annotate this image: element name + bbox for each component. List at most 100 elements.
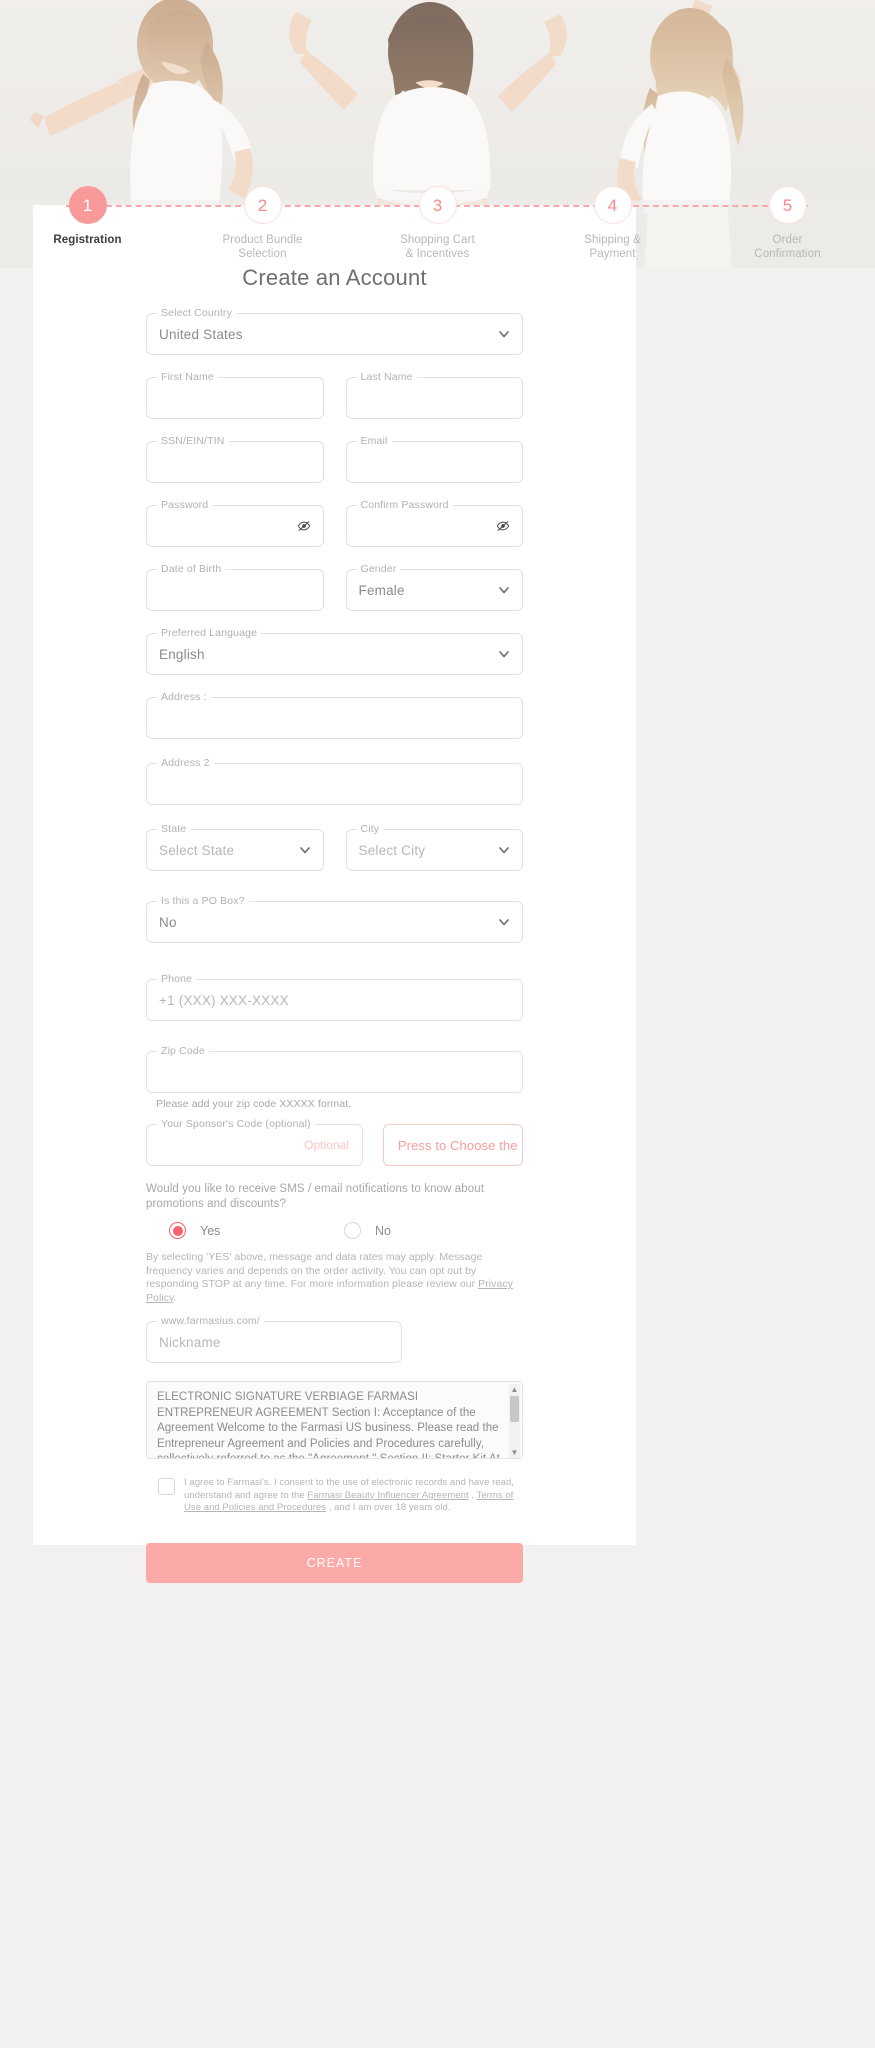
country-field[interactable]: Select Country United States bbox=[146, 307, 523, 355]
email-field[interactable]: Email bbox=[345, 435, 523, 483]
sms-radio-group: Yes No bbox=[146, 1222, 523, 1239]
gender-legend: Gender bbox=[356, 563, 401, 575]
ssn-legend: SSN/EIN/TIN bbox=[157, 435, 229, 447]
radio-yes-label: Yes bbox=[200, 1223, 221, 1238]
preferred-language-field[interactable]: Preferred Language English bbox=[146, 627, 523, 675]
city-legend: City bbox=[356, 823, 384, 835]
sms-legal-text: By selecting 'YES' above, message and da… bbox=[146, 1251, 523, 1305]
stepper-step-5[interactable]: 5 Order Confirmation bbox=[700, 186, 875, 276]
ssn-field[interactable]: SSN/EIN/TIN bbox=[146, 435, 324, 483]
sms-legal-part2: . bbox=[173, 1291, 177, 1304]
stepper-step-2[interactable]: 2 Product Bundle Selection bbox=[175, 186, 350, 276]
zip-code-field[interactable]: Zip Code Please add your zip code XXXXX … bbox=[146, 1045, 523, 1110]
phone-legend: Phone bbox=[157, 973, 197, 985]
address2-field[interactable]: Address 2 bbox=[146, 757, 523, 805]
stepper-step-4[interactable]: 4 Shipping & Payment bbox=[525, 186, 700, 276]
po-box-row: Is this a PO Box? No bbox=[146, 895, 523, 943]
city-field[interactable]: City Select City bbox=[345, 823, 523, 871]
phone-row: Phone +1 (XXX) XXX-XXXX bbox=[146, 973, 523, 1021]
zip-legend: Zip Code bbox=[157, 1045, 209, 1057]
phone-field[interactable]: Phone +1 (XXX) XXX-XXXX bbox=[146, 973, 523, 1021]
scroll-down-icon[interactable]: ▼ bbox=[509, 1447, 520, 1458]
first-name-legend: First Name bbox=[157, 371, 218, 383]
po-box-field[interactable]: Is this a PO Box? No bbox=[146, 895, 523, 943]
sponsor-code-field[interactable]: Your Sponsor's Code (optional) Optional bbox=[146, 1118, 363, 1166]
password-field[interactable]: Password bbox=[146, 499, 324, 547]
radio-no-label: No bbox=[375, 1223, 391, 1238]
choose-sponsor-button[interactable]: Press to Choose the Sponsor bbox=[382, 1124, 523, 1166]
agreement-scrollbar[interactable]: ▲ ▼ bbox=[509, 1384, 520, 1458]
address-row: Address : bbox=[146, 691, 523, 739]
password-legend: Password bbox=[157, 499, 213, 511]
language-legend: Preferred Language bbox=[157, 627, 262, 639]
chevron-down-icon[interactable] bbox=[498, 844, 510, 856]
sponsor-row: Your Sponsor's Code (optional) Optional … bbox=[146, 1118, 523, 1166]
phone-value: +1 (XXX) XXX-XXXX bbox=[159, 992, 289, 1008]
sms-radio-no[interactable]: No bbox=[344, 1222, 391, 1239]
state-city-row: State Select State City Select City bbox=[146, 823, 523, 871]
influencer-agreement-link[interactable]: Farmasi Beauty Influencer Agreement bbox=[307, 1490, 468, 1501]
address2-legend: Address 2 bbox=[157, 757, 214, 769]
sms-radio-yes[interactable]: Yes bbox=[146, 1222, 344, 1239]
agreement-text: ELECTRONIC SIGNATURE VERBIAGE FARMASI EN… bbox=[157, 1391, 500, 1459]
language-row: Preferred Language English bbox=[146, 627, 523, 675]
gender-value: Female bbox=[358, 582, 405, 598]
chevron-down-icon[interactable] bbox=[498, 584, 510, 596]
name-row: First Name Last Name bbox=[146, 371, 523, 419]
eye-off-icon[interactable] bbox=[297, 519, 311, 533]
consent-text: I agree to Farmasi's. I consent to the u… bbox=[184, 1477, 517, 1515]
form-container: Create an Account Select Country United … bbox=[33, 205, 636, 1623]
chevron-down-icon[interactable] bbox=[299, 844, 311, 856]
last-name-field[interactable]: Last Name bbox=[345, 371, 523, 419]
nickname-legend: www.farmasius.com/ bbox=[157, 1315, 264, 1327]
po-box-legend: Is this a PO Box? bbox=[157, 895, 249, 907]
confirm-password-legend: Confirm Password bbox=[356, 499, 453, 511]
agreement-checkbox[interactable] bbox=[158, 1478, 175, 1495]
progress-stepper: 1 Registration 2 Product Bundle Selection 3 Sh… bbox=[0, 186, 875, 276]
consent-mid: , bbox=[468, 1489, 477, 1501]
create-button[interactable]: CREATE bbox=[146, 1542, 523, 1583]
nickname-field[interactable]: www.farmasius.com/ Nickname bbox=[146, 1315, 402, 1363]
radio-yes-icon[interactable] bbox=[169, 1222, 186, 1239]
consent-row: I agree to Farmasi's. I consent to the u… bbox=[146, 1477, 523, 1515]
stepper-step-3[interactable]: 3 Shopping Cart & Incentives bbox=[350, 186, 525, 276]
chevron-down-icon[interactable] bbox=[498, 328, 510, 340]
registration-form: Select Country United States First Name bbox=[146, 307, 523, 1583]
stepper-circle-4: 4 bbox=[593, 186, 632, 224]
first-name-field[interactable]: First Name bbox=[146, 371, 324, 419]
confirm-password-field[interactable]: Confirm Password bbox=[345, 499, 523, 547]
email-legend: Email bbox=[356, 435, 392, 447]
stepper-circle-1: 1 bbox=[68, 186, 107, 224]
sms-question-label: Would you like to receive SMS / email no… bbox=[146, 1183, 485, 1210]
zip-helper-text: Please add your zip code XXXXX format. bbox=[156, 1098, 352, 1110]
state-field[interactable]: State Select State bbox=[146, 823, 324, 871]
scrollbar-thumb[interactable] bbox=[510, 1396, 519, 1422]
state-value: Select State bbox=[159, 842, 235, 858]
dob-legend: Date of Birth bbox=[157, 563, 226, 575]
last-name-legend: Last Name bbox=[356, 371, 417, 383]
stepper-step-1[interactable]: 1 Registration bbox=[0, 186, 175, 276]
agreement-textarea[interactable]: ELECTRONIC SIGNATURE VERBIAGE FARMASI EN… bbox=[146, 1381, 523, 1459]
stepper-circle-2: 2 bbox=[243, 186, 282, 224]
nickname-value: Nickname bbox=[159, 1334, 221, 1350]
language-value: English bbox=[159, 646, 205, 662]
sponsor-optional-tag: Optional bbox=[304, 1138, 349, 1152]
stepper-label-2: Product Bundle Selection bbox=[222, 234, 303, 260]
address2-row: Address 2 bbox=[146, 757, 523, 805]
scroll-up-icon[interactable]: ▲ bbox=[509, 1384, 520, 1395]
consent-part2: , and I am over 18 years old. bbox=[326, 1502, 451, 1513]
zip-row: Zip Code Please add your zip code XXXXX … bbox=[146, 1045, 523, 1110]
date-of-birth-field[interactable]: Date of Birth bbox=[146, 563, 324, 611]
chevron-down-icon[interactable] bbox=[498, 648, 510, 660]
eye-off-icon[interactable] bbox=[496, 519, 510, 533]
stepper-circle-3: 3 bbox=[418, 186, 457, 224]
city-value: Select City bbox=[358, 842, 426, 858]
radio-no-icon[interactable] bbox=[344, 1222, 361, 1239]
country-row: Select Country United States bbox=[146, 307, 523, 355]
gender-field[interactable]: Gender Female bbox=[345, 563, 523, 611]
address-legend: Address : bbox=[157, 691, 211, 703]
dob-gender-row: Date of Birth Gender Female bbox=[146, 563, 523, 611]
registration-page: 1 Registration 2 Product Bundle Selection 3 Sh… bbox=[0, 0, 875, 2048]
chevron-down-icon[interactable] bbox=[498, 916, 510, 928]
address-field[interactable]: Address : bbox=[146, 691, 523, 739]
